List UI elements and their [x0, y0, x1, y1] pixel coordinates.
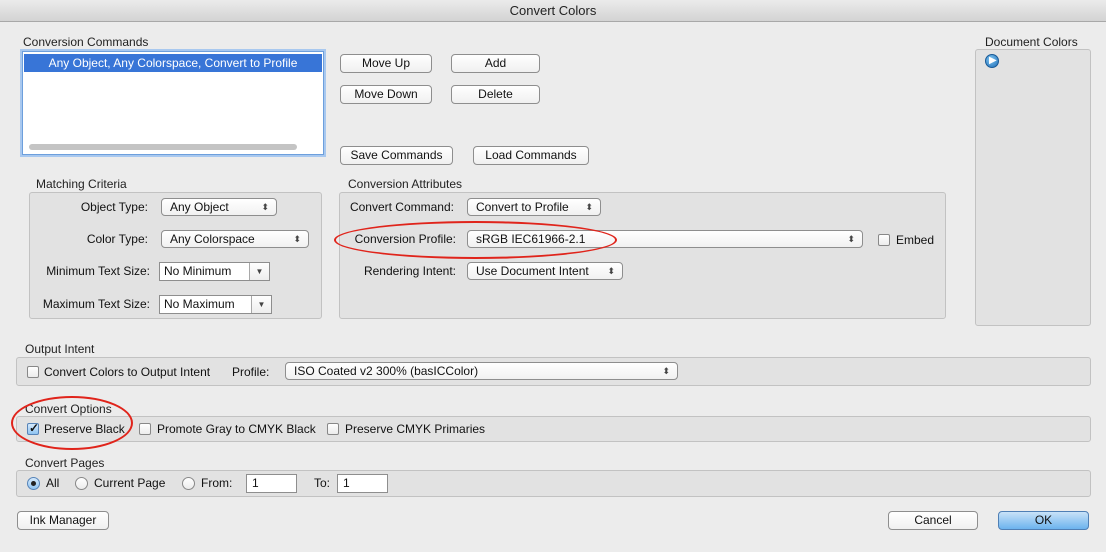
add-button[interactable]: Add — [451, 54, 540, 73]
popup-arrows-icon: ⬍ — [662, 366, 670, 376]
popup-arrows-icon: ⬍ — [585, 202, 593, 212]
delete-button[interactable]: Delete — [451, 85, 540, 104]
rendering-intent-popup[interactable]: Use Document Intent ⬍ — [467, 262, 623, 280]
min-text-size-combo[interactable]: No Minimum ▼ — [159, 262, 270, 281]
embed-checkbox[interactable] — [878, 234, 890, 246]
window-title: Convert Colors — [0, 0, 1106, 22]
cancel-button[interactable]: Cancel — [888, 511, 978, 530]
embed-label: Embed — [896, 233, 935, 247]
dropdown-arrow-icon[interactable]: ▼ — [249, 263, 269, 280]
move-down-button[interactable]: Move Down — [340, 85, 432, 104]
dropdown-arrow-icon[interactable]: ▼ — [251, 296, 271, 313]
preserve-cmyk-label: Preserve CMYK Primaries — [345, 422, 486, 436]
conversion-profile-label: Conversion Profile: — [354, 232, 456, 246]
min-text-size-value: No Minimum — [164, 264, 232, 278]
conversion-attributes-label: Conversion Attributes — [348, 177, 463, 191]
document-colors-label: Document Colors — [985, 35, 1078, 49]
rendering-intent-label: Rendering Intent: — [363, 264, 456, 278]
object-type-popup[interactable]: Any Object ⬍ — [161, 198, 277, 216]
to-label: To: — [314, 476, 331, 490]
ok-button[interactable]: OK — [998, 511, 1089, 530]
arrow-right-icon: ▶ — [989, 55, 997, 66]
output-intent-label: Output Intent — [25, 342, 95, 356]
matching-criteria-label: Matching Criteria — [36, 177, 127, 191]
output-profile-popup[interactable]: ISO Coated v2 300% (basICColor) ⬍ — [285, 362, 678, 380]
current-page-label: Current Page — [94, 476, 166, 490]
convert-to-output-intent-label: Convert Colors to Output Intent — [44, 365, 211, 379]
from-page-input[interactable]: 1 — [246, 474, 297, 493]
popup-arrows-icon: ⬍ — [847, 234, 855, 244]
convert-pages-label: Convert Pages — [25, 456, 105, 470]
convert-to-output-intent-checkbox[interactable] — [27, 366, 39, 378]
conversion-profile-popup[interactable]: sRGB IEC61966-2.1 ⬍ — [467, 230, 863, 248]
conversion-commands-list[interactable]: Any Object, Any Colorspace, Convert to P… — [22, 51, 324, 155]
min-text-size-label: Minimum Text Size: — [46, 264, 150, 278]
preserve-black-checkbox[interactable] — [27, 421, 39, 435]
all-pages-radio[interactable] — [27, 477, 40, 490]
preserve-cmyk-checkbox[interactable] — [327, 423, 339, 435]
all-pages-label: All — [46, 476, 60, 490]
promote-gray-checkbox[interactable] — [139, 423, 151, 435]
load-commands-button[interactable]: Load Commands — [473, 146, 589, 165]
promote-gray-label: Promote Gray to CMYK Black — [157, 422, 316, 436]
profile-label: Profile: — [232, 365, 270, 379]
convert-command-label: Convert Command: — [349, 200, 454, 214]
popup-arrows-icon: ⬍ — [293, 234, 301, 244]
conversion-commands-label: Conversion Commands — [23, 35, 149, 49]
convert-command-value: Convert to Profile — [476, 200, 569, 214]
convert-command-popup[interactable]: Convert to Profile ⬍ — [467, 198, 601, 216]
max-text-size-value: No Maximum — [164, 297, 235, 311]
rendering-intent-value: Use Document Intent — [476, 264, 589, 278]
current-page-radio[interactable] — [75, 477, 88, 490]
color-type-label: Color Type: — [86, 232, 148, 246]
object-type-value: Any Object — [170, 200, 229, 214]
max-text-size-label: Maximum Text Size: — [42, 297, 150, 311]
preserve-black-label: Preserve Black — [44, 422, 125, 436]
max-text-size-combo[interactable]: No Maximum ▼ — [159, 295, 272, 314]
convert-options-label: Convert Options — [25, 402, 112, 416]
color-swatch-icon[interactable]: ▶ — [985, 54, 999, 68]
ink-manager-button[interactable]: Ink Manager — [17, 511, 109, 530]
move-up-button[interactable]: Move Up — [340, 54, 432, 73]
output-profile-value: ISO Coated v2 300% (basICColor) — [294, 364, 479, 378]
color-type-value: Any Colorspace — [170, 232, 255, 246]
conversion-profile-value: sRGB IEC61966-2.1 — [476, 232, 586, 246]
to-page-input[interactable]: 1 — [337, 474, 388, 493]
from-radio[interactable] — [182, 477, 195, 490]
document-colors-panel: ▶ — [975, 49, 1091, 326]
object-type-label: Object Type: — [80, 200, 148, 214]
convert-pages-panel — [16, 470, 1091, 497]
from-label: From: — [201, 476, 233, 490]
list-item-selected[interactable]: Any Object, Any Colorspace, Convert to P… — [24, 54, 322, 72]
save-commands-button[interactable]: Save Commands — [340, 146, 453, 165]
popup-arrows-icon: ⬍ — [261, 202, 269, 212]
color-type-popup[interactable]: Any Colorspace ⬍ — [161, 230, 309, 248]
horizontal-scrollbar[interactable] — [29, 144, 297, 150]
popup-arrows-icon: ⬍ — [607, 266, 615, 276]
